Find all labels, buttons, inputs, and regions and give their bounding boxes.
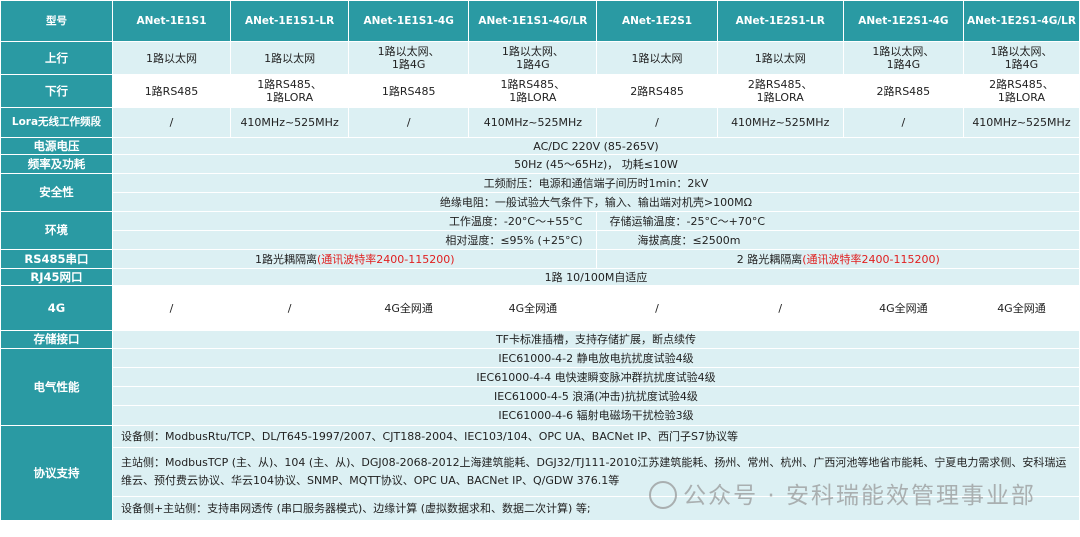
- cell: 2路RS485: [596, 74, 718, 108]
- cell: 410MHz~525MHz: [468, 107, 598, 138]
- row-protocol-1: 协议支持 设备侧：ModbusRtu/TCP、DL/T645-1997/2007…: [0, 425, 1080, 521]
- cell: 1路以太网: [230, 41, 350, 75]
- row-power: 电源电压 AC/DC 220V (85-265V): [0, 137, 1080, 155]
- row-label-freq: 频率及功耗: [0, 154, 113, 174]
- cell: 410MHz~525MHz: [716, 107, 844, 138]
- cell-temp-work: 工作温度：-20°C～+55°C: [111, 211, 598, 231]
- row-label-downlink: 下行: [0, 74, 113, 108]
- cell-freq: 50Hz (45～65Hz)， 功耗≤10W: [111, 154, 1080, 174]
- cell: /: [596, 107, 718, 138]
- wechat-icon: [649, 480, 678, 509]
- row-label-env: 环境: [0, 211, 113, 250]
- row-label-emc: 电气性能: [0, 348, 113, 426]
- row-emc-3: IEC61000-4-5 浪涌(冲击)抗扰度试验4级: [0, 386, 1080, 406]
- cell: 4G全网通: [842, 285, 964, 331]
- cell-temp-store: 存储运输温度：-25°C～+70°C: [596, 211, 1080, 231]
- cell: 1路以太网、 1路4G: [842, 41, 964, 75]
- cell: 4G全网通: [468, 285, 598, 331]
- header-row: 型号 ANet-1E1S1 ANet-1E1S1-LR ANet-1E1S1-4…: [0, 0, 1080, 42]
- row-label-lora: Lora无线工作频段: [0, 107, 113, 138]
- cell: 410MHz~525MHz: [962, 107, 1080, 138]
- header-model: 型号: [0, 0, 113, 42]
- cell: 2路RS485、 1路LORA: [716, 74, 844, 108]
- row-freq: 频率及功耗 50Hz (45～65Hz)， 功耗≤10W: [0, 154, 1080, 174]
- header-col: ANet-1E1S1-4G: [348, 0, 470, 42]
- cell-power: AC/DC 220V (85-265V): [111, 137, 1080, 155]
- header-col: ANet-1E1S1-4G/LR: [468, 0, 598, 42]
- cell-humidity: 相对湿度：≤95% (+25°C): [111, 230, 598, 250]
- cell-emc-1: IEC61000-4-2 静电放电抗扰度试验4级: [111, 348, 1080, 368]
- cell-safety-2: 绝缘电阻：一般试验大气条件下，输入、输出端对机壳>100MΩ: [111, 192, 1080, 212]
- cell: 410MHz~525MHz: [230, 107, 350, 138]
- cell: 1路以太网: [111, 41, 232, 75]
- cell: 1路RS485、 1路LORA: [230, 74, 350, 108]
- header-col: ANet-1E2S1-LR: [716, 0, 844, 42]
- row-emc-1: 电气性能 IEC61000-4-2 静电放电抗扰度试验4级: [0, 348, 1080, 426]
- row-emc-2: IEC61000-4-4 电快速瞬变脉冲群抗扰度试验4级: [0, 367, 1080, 387]
- row-label-rj45: RJ45网口: [0, 268, 113, 286]
- row-label-uplink: 上行: [0, 41, 113, 75]
- cell-rs485-b: 2 路光耦隔离(通讯波特率2400-115200): [596, 249, 1080, 269]
- cell-altitude: 海拔高度：≤2500m: [596, 230, 1080, 250]
- cell: /: [111, 285, 232, 331]
- watermark-text: 公众号 · 安科瑞能效管理事业部: [683, 483, 1036, 509]
- cell: /: [348, 107, 470, 138]
- row-safety-2: 绝缘电阻：一般试验大气条件下，输入、输出端对机壳>100MΩ: [0, 192, 1080, 212]
- cell: 2路RS485、 1路LORA: [962, 74, 1080, 108]
- cell-storage: TF卡标准插槽，支持存储扩展，断点续传: [111, 330, 1080, 349]
- cell: /: [842, 107, 964, 138]
- row-env-2: 相对湿度：≤95% (+25°C) 海拔高度：≤2500m: [0, 230, 1080, 250]
- row-downlink: 下行 1路RS485 1路RS485、 1路LORA 1路RS485 1路RS4…: [0, 74, 1080, 108]
- cell: 2路RS485: [842, 74, 964, 108]
- cell: 1路以太网、 1路4G: [348, 41, 470, 75]
- header-col: ANet-1E2S1-4G: [842, 0, 964, 42]
- row-label-4g: 4G: [0, 285, 113, 331]
- cell: /: [596, 285, 718, 331]
- cell-protocol-device: 设备侧：ModbusRtu/TCP、DL/T645-1997/2007、CJT1…: [111, 425, 1080, 448]
- row-label-rs485: RS485串口: [0, 249, 113, 269]
- row-env: 环境 工作温度：-20°C～+55°C 存储运输温度：-25°C～+70°C: [0, 211, 1080, 250]
- row-emc-4: IEC61000-4-6 辐射电磁场干扰检验3级: [0, 405, 1080, 426]
- cell: 1路以太网: [716, 41, 844, 75]
- cell: /: [111, 107, 232, 138]
- cell: /: [716, 285, 844, 331]
- cell: /: [230, 285, 350, 331]
- cell-rj45: 1路 10/100M自适应: [111, 268, 1080, 286]
- cell-safety-1: 工频耐压：电源和通信端子间历时1min：2kV: [111, 173, 1080, 193]
- cell-emc-2: IEC61000-4-4 电快速瞬变脉冲群抗扰度试验4级: [111, 367, 1080, 387]
- row-label-protocol: 协议支持: [0, 425, 113, 521]
- row-storage: 存储接口 TF卡标准插槽，支持存储扩展，断点续传: [0, 330, 1080, 349]
- cell: 4G全网通: [962, 285, 1080, 331]
- header-col: ANet-1E2S1-4G/LR: [962, 0, 1080, 42]
- row-rs485: RS485串口 1路光耦隔离(通讯波特率2400-115200) 2 路光耦隔离…: [0, 249, 1080, 269]
- rs485-b-baud: (通讯波特率2400-115200): [802, 252, 940, 266]
- row-safety: 安全性 工频耐压：电源和通信端子间历时1min：2kV: [0, 173, 1080, 212]
- cell-emc-4: IEC61000-4-6 辐射电磁场干扰检验3级: [111, 405, 1080, 426]
- row-label-storage: 存储接口: [0, 330, 113, 349]
- row-rj45: RJ45网口 1路 10/100M自适应: [0, 268, 1080, 286]
- header-col: ANet-1E1S1-LR: [230, 0, 350, 42]
- spec-table: 型号 ANet-1E1S1 ANet-1E1S1-LR ANet-1E1S1-4…: [0, 0, 1080, 521]
- cell: 4G全网通: [348, 285, 470, 331]
- header-col: ANet-1E1S1: [111, 0, 232, 42]
- rs485-b-text: 2 路光耦隔离: [736, 252, 803, 266]
- rs485-a-baud: (通讯波特率2400-115200): [316, 252, 455, 266]
- row-4g: 4G / / 4G全网通 4G全网通 / / 4G全网通 4G全网通: [0, 285, 1080, 331]
- header-col: ANet-1E2S1: [596, 0, 718, 42]
- rs485-a-text: 1路光耦隔离: [254, 252, 317, 266]
- cell: 1路以太网: [596, 41, 718, 75]
- cell-rs485-a: 1路光耦隔离(通讯波特率2400-115200): [111, 249, 598, 269]
- row-label-power: 电源电压: [0, 137, 113, 155]
- row-lora: Lora无线工作频段 / 410MHz~525MHz / 410MHz~525M…: [0, 107, 1080, 138]
- cell: 1路RS485: [348, 74, 470, 108]
- cell-emc-3: IEC61000-4-5 浪涌(冲击)抗扰度试验4级: [111, 386, 1080, 406]
- row-label-safety: 安全性: [0, 173, 113, 212]
- cell: 1路RS485、 1路LORA: [468, 74, 598, 108]
- row-uplink: 上行 1路以太网 1路以太网 1路以太网、 1路4G 1路以太网、 1路4G 1…: [0, 41, 1080, 75]
- cell: 1路以太网、 1路4G: [468, 41, 598, 75]
- watermark: 公众号 · 安科瑞能效管理事业部: [649, 476, 1036, 511]
- cell: 1路以太网、 1路4G: [962, 41, 1080, 75]
- cell: 1路RS485: [111, 74, 232, 108]
